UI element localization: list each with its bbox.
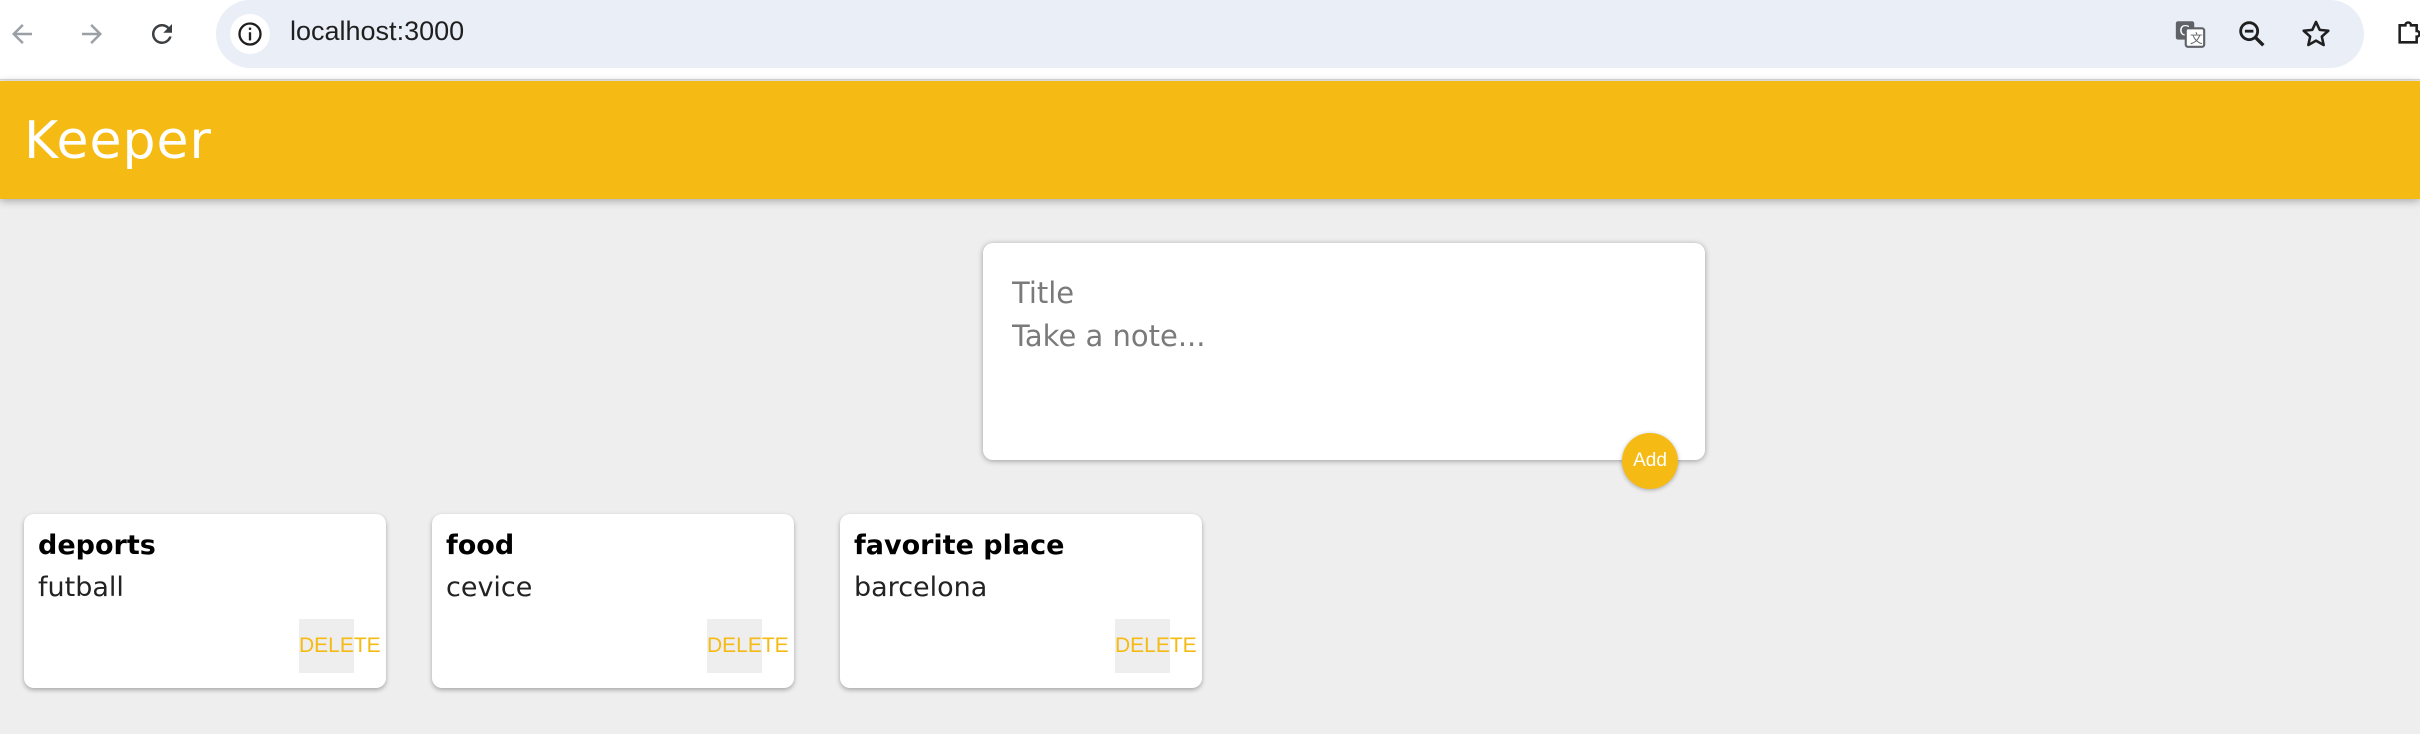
app-title: Keeper [24,111,212,171]
info-icon [238,22,262,46]
back-button[interactable] [0,12,44,56]
extensions-button[interactable] [2394,14,2420,54]
note-title: favorite place [854,530,1065,561]
app-header: Keeper [0,81,2420,199]
reload-button[interactable] [140,12,184,56]
star-icon [2302,20,2330,47]
note-title-input[interactable] [1012,273,1672,313]
note-content-input[interactable] [1012,319,1672,439]
site-info-button[interactable] [230,14,270,54]
svg-text:文: 文 [2190,32,2203,47]
note-content: cevice [446,572,533,603]
create-note-form [983,243,1705,460]
delete-note-button[interactable]: DELETE [299,619,381,673]
note-title: food [446,530,515,561]
note-title: deports [38,530,156,561]
arrow-right-icon [82,24,102,44]
delete-note-button[interactable]: DELETE [707,619,789,673]
url-text[interactable]: localhost:3000 [290,16,464,47]
zoom-out-icon [2239,21,2265,47]
note-card: deports futball DELETE [24,514,386,688]
bookmark-button[interactable] [2296,14,2336,54]
note-content: futball [38,572,124,603]
note-card: favorite place barcelona DELETE [840,514,1202,688]
note-card: food cevice DELETE [432,514,794,688]
browser-toolbar: localhost:3000 G文 [0,0,2420,80]
delete-note-button[interactable]: DELETE [1115,619,1197,673]
puzzle-icon [2398,21,2420,44]
add-note-button[interactable]: Add [1622,433,1678,489]
forward-button[interactable] [70,12,114,56]
address-bar[interactable]: localhost:3000 G文 [216,0,2364,68]
arrow-left-icon [12,24,32,44]
translate-button[interactable]: G文 [2170,14,2210,54]
note-content: barcelona [854,572,988,603]
translate-icon: G文 [2175,21,2206,48]
reload-icon [151,23,172,44]
zoom-button[interactable] [2232,14,2272,54]
